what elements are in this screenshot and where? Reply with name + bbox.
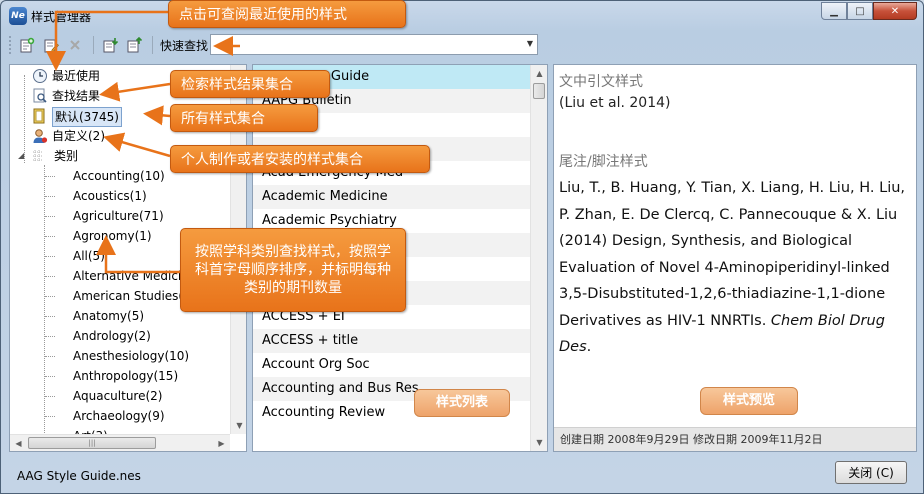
scroll-thumb[interactable]: |||: [28, 437, 156, 449]
quick-search-label: 快速查找: [160, 38, 209, 53]
tree-line: [45, 396, 55, 397]
scroll-left-icon[interactable]: ◀: [10, 435, 27, 451]
tree-item-category[interactable]: Agriculture(71): [73, 207, 164, 225]
toolbar: 快速查找 ▼: [9, 32, 917, 58]
created-date: 2008年9月29日: [607, 433, 690, 446]
import-style-icon[interactable]: [99, 34, 121, 56]
tree-item-category[interactable]: All(5): [73, 247, 105, 265]
callout-search: 检索样式结果集合: [170, 70, 330, 98]
tree-item-category[interactable]: Acoustics(1): [73, 187, 147, 205]
tree-item-category[interactable]: Accounting(10): [73, 167, 165, 185]
footnote-heading: 尾注/脚注样式: [559, 154, 648, 170]
title-bar[interactable]: Ne 样式管理器 ▁ □ ✕: [1, 1, 923, 31]
bibliography-end: .: [586, 339, 592, 355]
delete-style-icon[interactable]: [64, 34, 86, 56]
collapse-arrow-icon[interactable]: ◢: [18, 147, 24, 165]
scroll-up-icon[interactable]: ▲: [531, 65, 547, 82]
close-button[interactable]: 关闭 (C): [835, 461, 907, 484]
tree-line: [45, 256, 55, 257]
tree-line: [45, 216, 55, 217]
category-grid-icon: [33, 150, 43, 162]
toolbar-grip[interactable]: [9, 36, 12, 54]
callout-custom: 个人制作或者安装的样式集合: [170, 145, 430, 173]
list-vertical-scrollbar[interactable]: ▲ ▼: [530, 65, 547, 451]
scroll-right-icon[interactable]: ▶: [213, 435, 230, 451]
status-bar: AAG Style Guide.nes 关闭 (C): [9, 461, 917, 489]
tree-item-category[interactable]: Andrology(2): [73, 327, 151, 345]
tree-line: [45, 196, 55, 197]
tree-line: [45, 336, 55, 337]
tree-item-category[interactable]: Alternative Medicine: [73, 267, 196, 285]
style-list-item[interactable]: Account Org Soc: [253, 353, 531, 377]
bibliography-entry: Liu, T., B. Huang, Y. Tian, X. Liang, H.…: [559, 175, 909, 361]
tree-line: [45, 376, 55, 377]
tree-horizontal-scrollbar[interactable]: ◀ ||| ▶: [10, 434, 230, 451]
tree-item-category[interactable]: Anesthesiology(10): [73, 347, 189, 365]
tree-line: [45, 176, 55, 177]
tree-label: 查找结果: [52, 89, 101, 103]
tree-label: 类别: [54, 149, 79, 163]
style-list-item[interactable]: ACCESS + title: [253, 329, 531, 353]
user-icon: [33, 129, 48, 143]
tree-line: [45, 416, 55, 417]
callout-categories: 按照学科类别查找样式，按照学科首字母顺序排序，并标明每种类别的期刊数量: [180, 228, 406, 312]
new-style-icon[interactable]: [16, 34, 38, 56]
edit-style-icon[interactable]: [40, 34, 62, 56]
tree-label: 默认(3745): [52, 107, 122, 127]
minimize-button[interactable]: ▁: [821, 2, 847, 20]
intext-heading: 文中引文样式: [559, 74, 643, 90]
toolbar-separator: [152, 36, 153, 54]
modified-label: 修改日期: [693, 433, 737, 446]
tree-line: [45, 316, 55, 317]
scroll-thumb[interactable]: [533, 83, 545, 99]
bibliography-text: Liu, T., B. Huang, Y. Tian, X. Liang, H.…: [559, 180, 906, 329]
created-label: 创建日期: [560, 433, 604, 446]
endnote-app-icon: Ne: [9, 7, 27, 25]
tree-line: [45, 236, 55, 237]
tree-item-category[interactable]: Archaeology(9): [73, 407, 165, 425]
preview-dates: 创建日期 2008年9月29日 修改日期 2009年11月2日: [554, 427, 916, 451]
tree-line: [45, 356, 55, 357]
tree-item-category[interactable]: Anthropology(15): [73, 367, 178, 385]
intext-citation: (Liu et al. 2014): [559, 95, 671, 111]
tree-item-category[interactable]: Agronomy(1): [73, 227, 152, 245]
scroll-down-icon[interactable]: ▼: [231, 417, 246, 434]
maximize-button[interactable]: □: [847, 2, 873, 20]
tree-item-category[interactable]: Aquaculture(2): [73, 387, 162, 405]
tree-item-category[interactable]: Anatomy(5): [73, 307, 144, 325]
search-document-icon: [33, 88, 47, 103]
library-icon: [33, 108, 45, 124]
selected-style-filename: AAG Style Guide.nes: [17, 469, 141, 483]
quick-search-combobox[interactable]: ▼: [210, 34, 538, 55]
callout-all: 所有样式集合: [170, 104, 318, 132]
tree-label: 最近使用: [52, 69, 101, 83]
tree-label: 自定义(2): [52, 129, 105, 143]
scroll-down-icon[interactable]: ▼: [531, 434, 547, 451]
tree-line: [44, 165, 45, 443]
clock-icon: [33, 69, 47, 83]
export-style-icon[interactable]: [123, 34, 145, 56]
style-list-tag: 样式列表: [414, 389, 510, 417]
style-list-item[interactable]: Academic Medicine: [253, 185, 531, 209]
tree-line: [45, 276, 55, 277]
style-preview-tag: 样式预览: [700, 387, 798, 415]
window-title: 样式管理器: [31, 10, 92, 24]
close-window-button[interactable]: ✕: [873, 2, 917, 20]
tree-item-category[interactable]: American Studies(2: [73, 287, 191, 305]
chevron-down-icon[interactable]: ▼: [527, 39, 533, 48]
callout-recent: 点击可查阅最近使用的样式: [168, 0, 406, 28]
tree-line: [45, 296, 55, 297]
modified-date: 2009年11月2日: [740, 433, 823, 446]
style-manager-window: Ne 样式管理器 ▁ □ ✕ 快速查找 ▼ 最近使用 查找结果 默认(3745)…: [0, 0, 924, 494]
toolbar-separator: [93, 36, 94, 54]
